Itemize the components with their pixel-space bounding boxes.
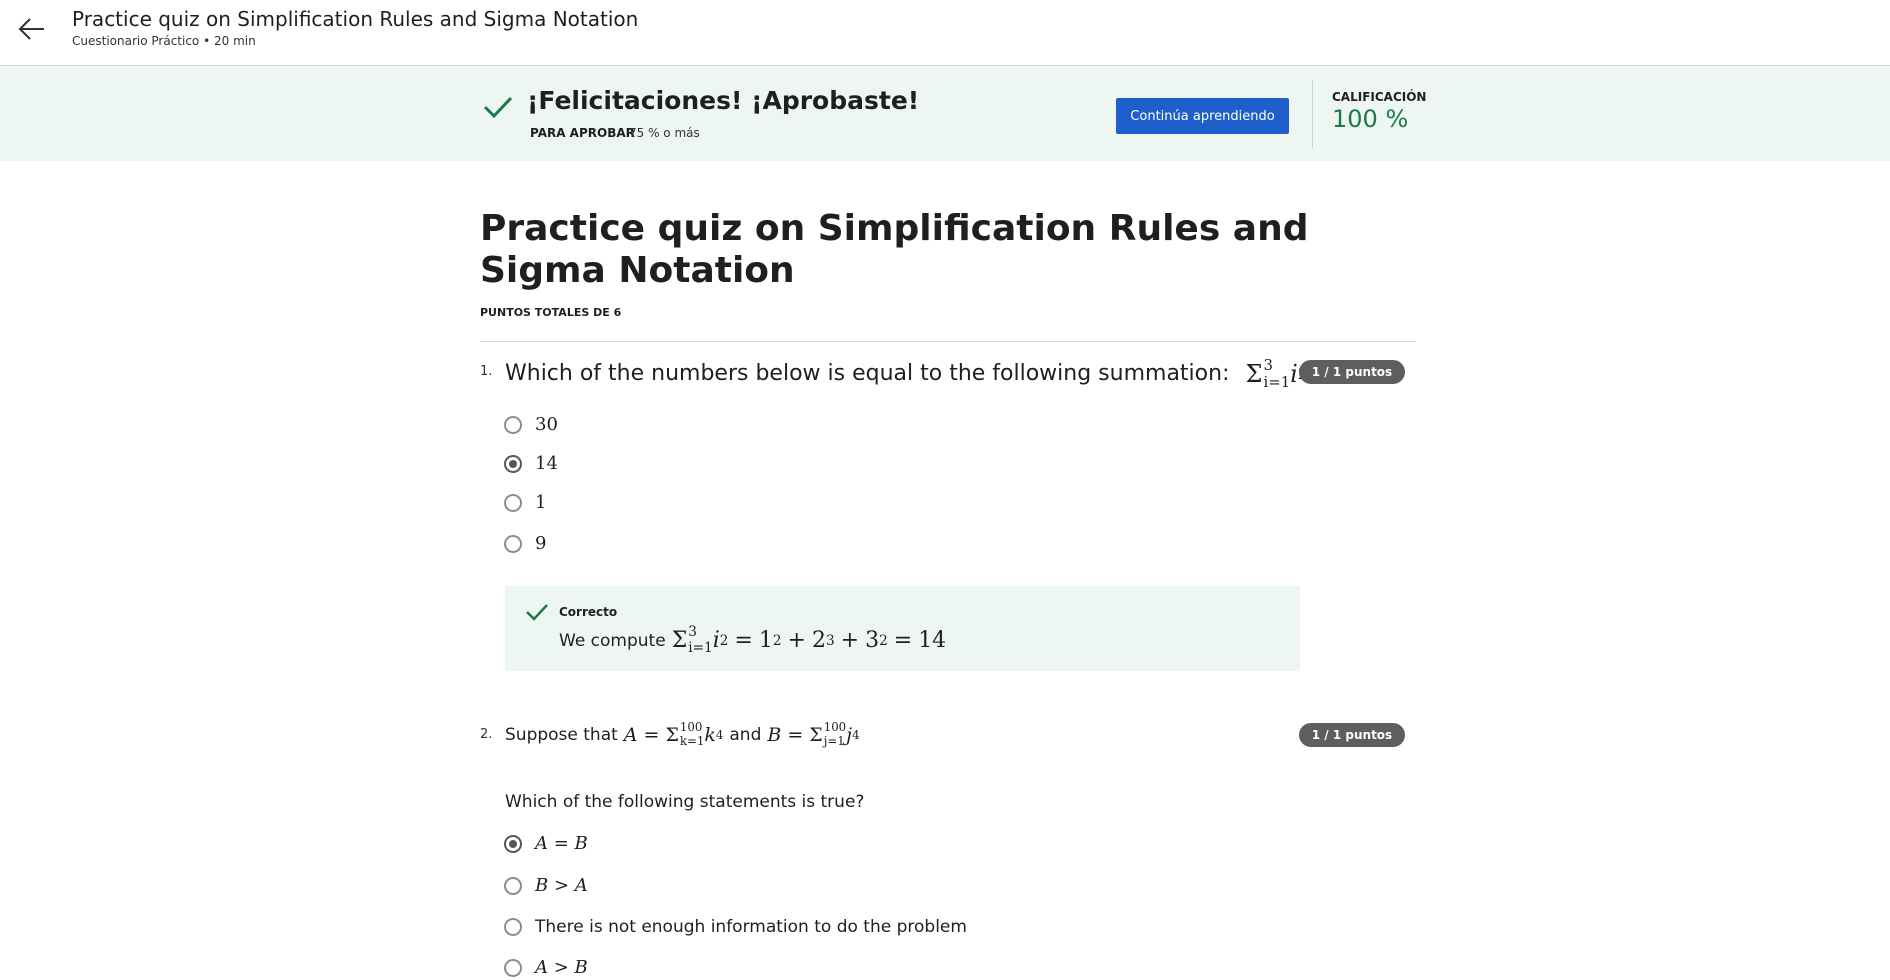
sum-lower-limit: i=1 (1263, 372, 1291, 391)
question-text: Which of the numbers below is equal to t… (505, 361, 1230, 387)
radio-button[interactable] (504, 958, 522, 977)
sum-lower-limit: i=1 (688, 639, 713, 656)
feedback-text: We compute Σ 3 i=1 i2 = 12 + 23 + 32 = 1… (559, 624, 947, 656)
sum-upper-limit: 100 (679, 720, 703, 734)
radio-button[interactable] (504, 534, 522, 553)
sigma-symbol: Σ (1245, 359, 1263, 388)
question-text: Suppose that (505, 724, 618, 745)
feedback-intro: We compute (559, 630, 666, 651)
equals-sign: = (643, 723, 660, 746)
option-label: A > B (535, 957, 588, 978)
feedback-label: Correcto (559, 605, 618, 619)
answer-option[interactable]: 14 (504, 453, 558, 474)
option-label: A = B (535, 833, 588, 854)
variable-a: A (623, 723, 638, 746)
option-label: B > A (535, 875, 588, 896)
points-badge: 1 / 1 puntos (1299, 723, 1405, 747)
result-value: 14 (918, 628, 947, 654)
sum-upper-limit: 3 (1263, 356, 1273, 374)
summation-expression: Σ 3 i=1 i2 (1246, 358, 1308, 390)
sum-term: i (712, 628, 720, 654)
option-math: A > B (535, 957, 588, 978)
question-number: 1. (480, 364, 493, 379)
radio-button-selected[interactable] (504, 834, 522, 853)
question-subprompt: Which of the following statements is tru… (505, 792, 865, 812)
grade-label: CALIFICACIÓN (1332, 90, 1427, 104)
option-math: A = B (535, 833, 588, 854)
banner-divider (1312, 80, 1313, 148)
option-label: There is not enough information to do th… (535, 917, 967, 937)
answer-option[interactable]: 30 (504, 414, 558, 435)
option-math: B > A (535, 875, 588, 896)
sigma-symbol: Σ (809, 723, 823, 746)
question-prompt: Which of the numbers below is equal to t… (505, 358, 1325, 390)
radio-button[interactable] (504, 876, 522, 895)
plus-sign: + (787, 628, 806, 654)
answer-option[interactable]: 9 (504, 533, 546, 554)
option-label: 14 (535, 453, 558, 474)
grade-value: 100 % (1332, 105, 1409, 133)
a-definition: A = Σ 100 k=1 k4 (623, 720, 724, 748)
question-number: 2. (480, 727, 493, 742)
option-label: 1 (535, 492, 547, 513)
arrow-left-icon (18, 18, 44, 40)
radio-button-selected[interactable] (504, 454, 522, 473)
radio-button[interactable] (504, 415, 522, 434)
pass-threshold-label: PARA APROBAR (530, 126, 635, 140)
term-base: 3 (865, 628, 880, 654)
continue-learning-button[interactable]: Continúa aprendiendo (1116, 98, 1289, 134)
option-label: 30 (535, 414, 558, 435)
radio-button[interactable] (504, 918, 522, 936)
answer-option[interactable]: A > B (504, 957, 588, 978)
answer-option[interactable]: 1 (504, 492, 546, 513)
checkmark-icon (483, 96, 513, 119)
answer-option[interactable]: B > A (504, 875, 588, 896)
back-button[interactable] (14, 12, 50, 48)
checkmark-icon (526, 604, 548, 621)
conjunction: and (729, 724, 762, 745)
answer-option[interactable]: A = B (504, 833, 588, 854)
feedback-math: Σ 3 i=1 i2 = 12 + 23 + 32 = 14 (671, 624, 947, 656)
term-base: 1 (758, 628, 773, 654)
plus-sign: + (840, 628, 860, 654)
quiz-title: Practice quiz on Simplification Rules an… (480, 208, 1309, 291)
divider (480, 341, 1416, 342)
header-title: Practice quiz on Simplification Rules an… (72, 7, 639, 31)
variable-b: B (767, 723, 782, 746)
b-definition: B = Σ 100 j=1 j4 (767, 720, 860, 748)
points-badge: 1 / 1 puntos (1299, 360, 1405, 384)
sum-term: i (1290, 359, 1298, 388)
equals-sign: = (787, 723, 804, 746)
option-label: 9 (535, 533, 547, 554)
pass-message: ¡Felicitaciones! ¡Aprobaste! (527, 86, 920, 115)
sigma-symbol: Σ (671, 628, 688, 654)
sum-upper-limit: 100 (823, 720, 847, 734)
radio-button[interactable] (504, 493, 522, 512)
term-base: 2 (811, 628, 826, 654)
sum-lower-limit: j=1 (823, 733, 845, 748)
question-prompt: Suppose that A = Σ 100 k=1 k4 and B = Σ … (505, 720, 860, 748)
equals-sign: = (893, 628, 913, 654)
header-subtitle: Cuestionario Práctico • 20 min (72, 34, 256, 48)
sum-upper-limit: 3 (688, 624, 697, 640)
feedback-box: Correcto We compute Σ 3 i=1 i2 = 12 + 23… (505, 586, 1300, 671)
answer-option[interactable]: There is not enough information to do th… (504, 917, 967, 937)
pass-threshold-value: 75 % o más (629, 126, 700, 140)
sigma-symbol: Σ (665, 723, 679, 746)
top-header: Practice quiz on Simplification Rules an… (0, 0, 1890, 66)
sum-lower-limit: k=1 (679, 733, 705, 748)
sum-term: k (704, 723, 716, 746)
result-banner (0, 66, 1890, 161)
equals-sign: = (734, 628, 753, 654)
points-total: PUNTOS TOTALES DE 6 (480, 306, 622, 319)
